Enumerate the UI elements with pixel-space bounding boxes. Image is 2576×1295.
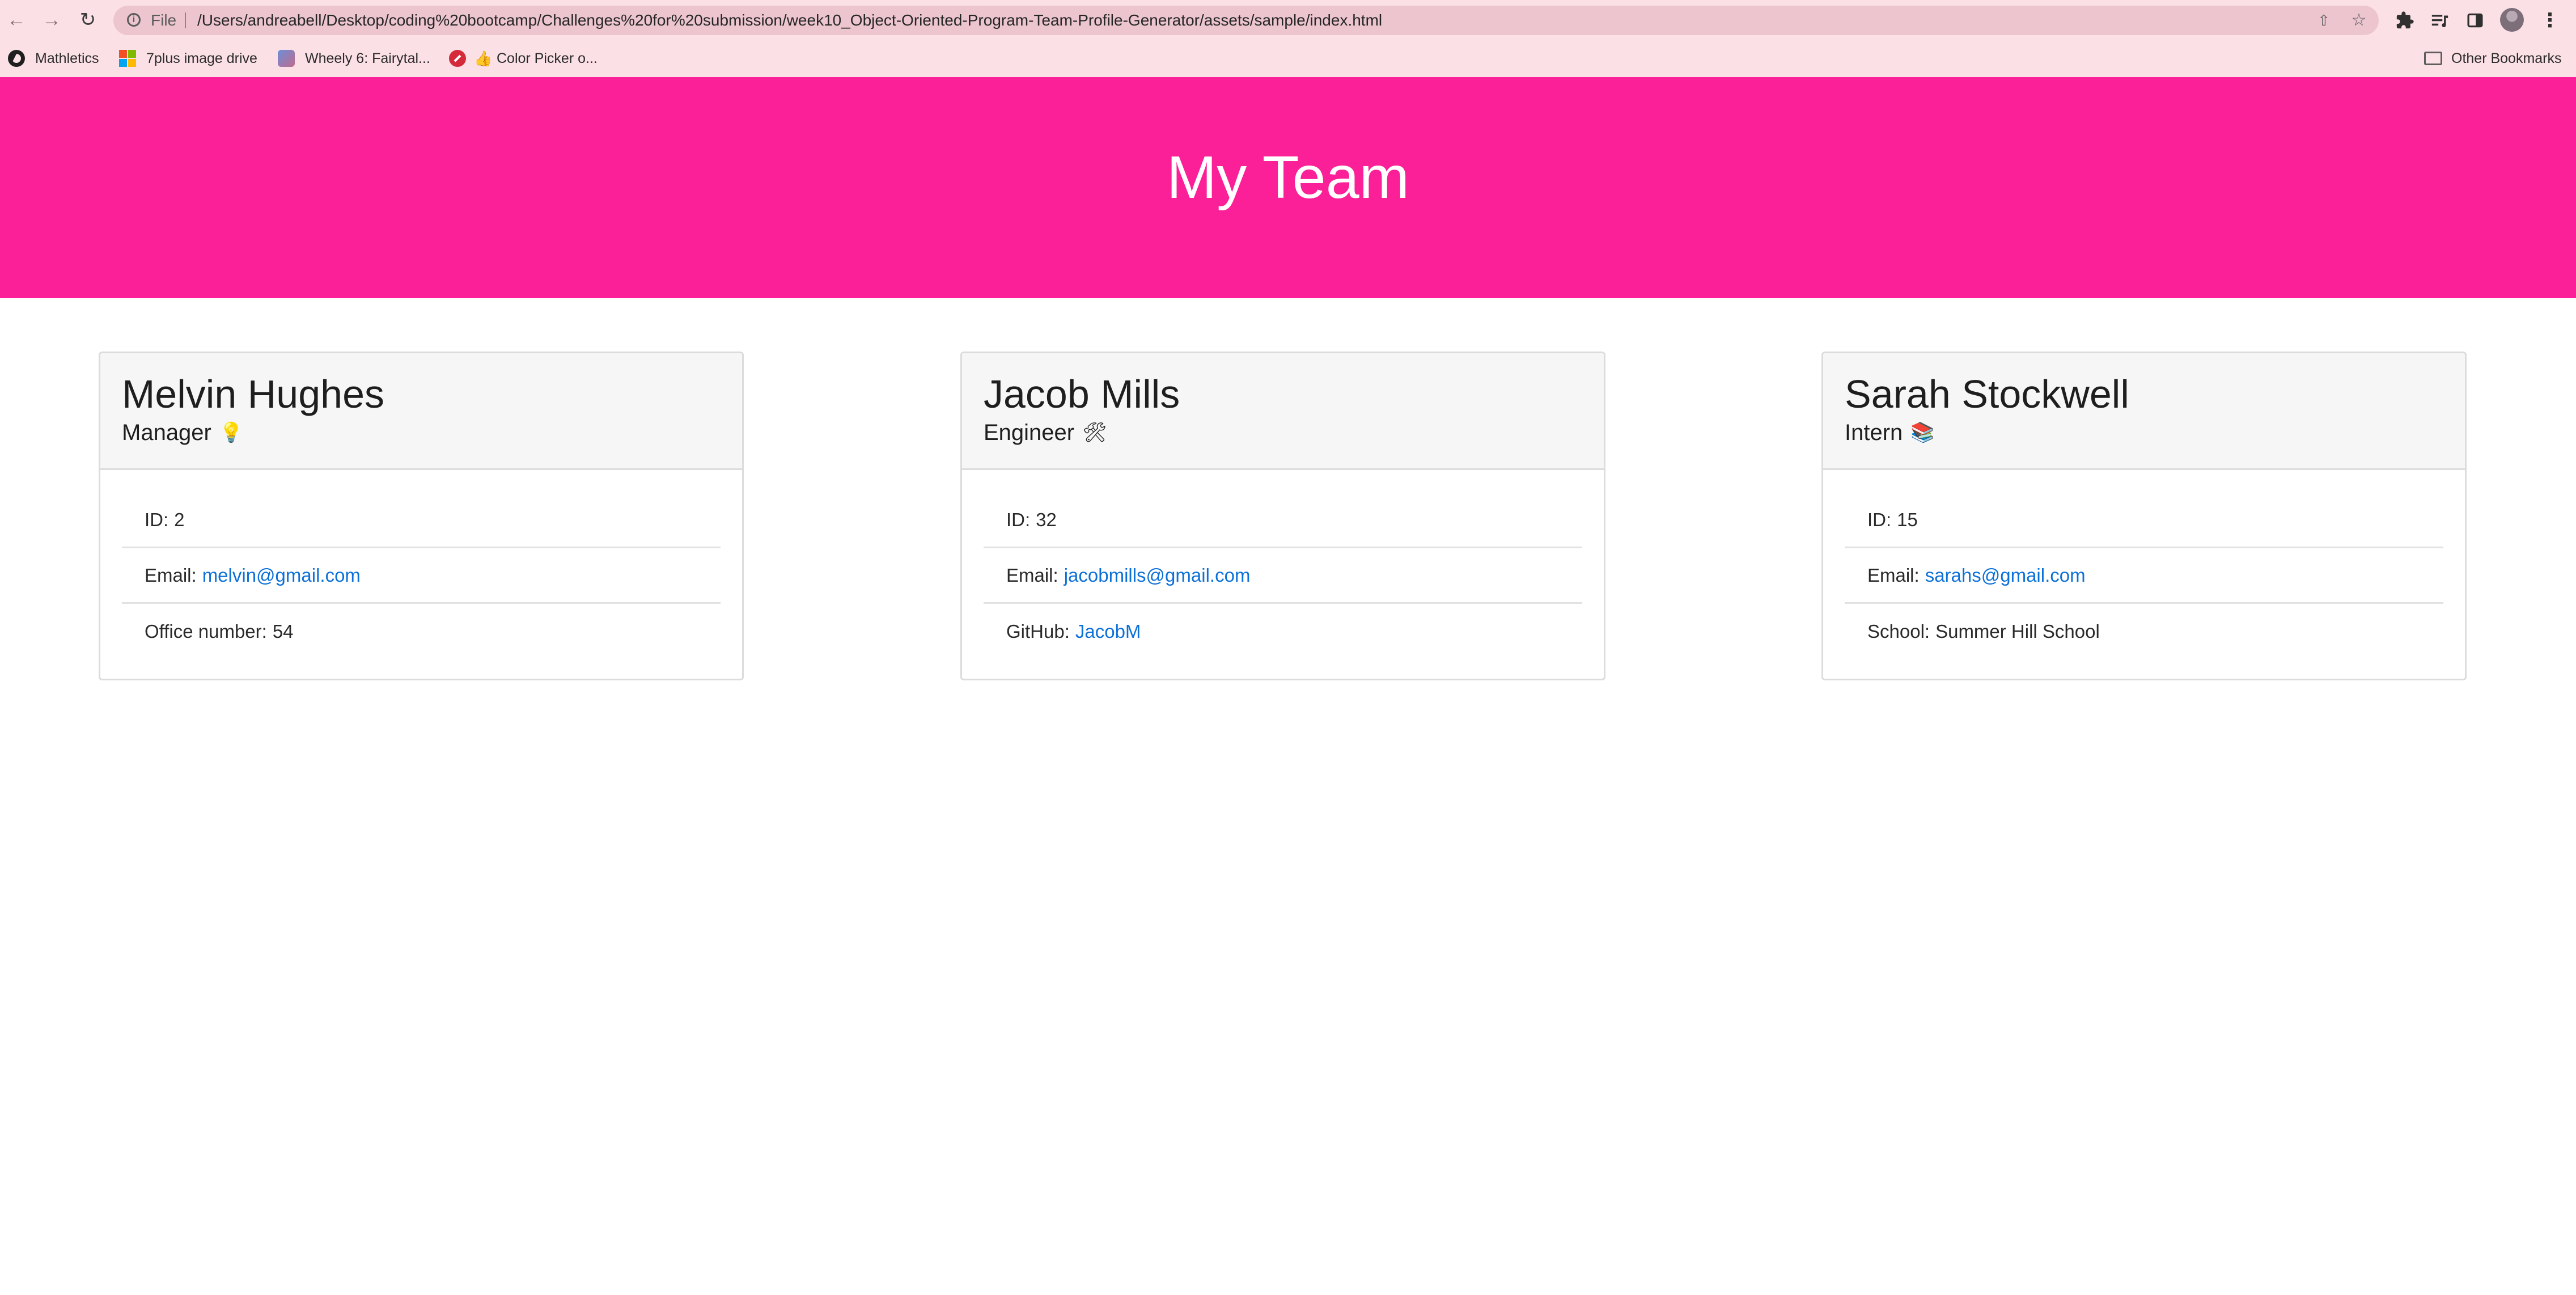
bookmark-mathletics[interactable]: Mathletics bbox=[8, 40, 99, 77]
id-label: ID: bbox=[1867, 509, 1892, 530]
email-label: Email: bbox=[1867, 564, 1920, 586]
email-label: Email: bbox=[145, 564, 197, 586]
game-icon bbox=[278, 50, 295, 67]
color-picker-icon bbox=[449, 50, 466, 67]
browser-menu-icon[interactable]: ⋮ bbox=[2539, 9, 2561, 32]
employee-email-row: Email: jacobmills@gmail.com bbox=[984, 548, 1582, 604]
role-label: Manager bbox=[122, 420, 211, 445]
forward-icon[interactable]: → bbox=[40, 8, 63, 32]
email-link[interactable]: melvin@gmail.com bbox=[202, 565, 361, 586]
url-separator bbox=[185, 12, 186, 28]
bookmarks-bar: Mathletics 7plus image drive Wheely 6: F… bbox=[0, 40, 2576, 77]
role-label: Engineer bbox=[984, 420, 1075, 445]
email-link[interactable]: sarahs@gmail.com bbox=[1925, 565, 2086, 586]
books-icon: 📚 bbox=[1910, 422, 1935, 443]
profile-avatar[interactable] bbox=[2500, 8, 2524, 32]
employee-card-manager: Melvin Hughes Manager 💡 ID: 2 Email: mel… bbox=[99, 352, 744, 680]
github-row: GitHub: JacobM bbox=[984, 604, 1582, 659]
employee-details: ID: 32 Email: jacobmills@gmail.com GitHu… bbox=[984, 493, 1582, 659]
employee-role: Manager 💡 bbox=[122, 418, 243, 447]
card-header: Melvin Hughes Manager 💡 bbox=[100, 353, 742, 470]
employee-email-row: Email: melvin@gmail.com bbox=[122, 548, 721, 604]
tools-icon: 🛠 bbox=[1082, 422, 1107, 443]
browser-toolbar: ← → ↻ i File /Users/andreabell/Desktop/c… bbox=[0, 0, 2576, 40]
id-value: 2 bbox=[174, 509, 185, 530]
bookmark-label: Wheely 6: Fairytal... bbox=[305, 50, 430, 66]
share-icon[interactable]: ⇧ bbox=[2314, 11, 2333, 30]
email-link[interactable]: jacobmills@gmail.com bbox=[1064, 565, 1251, 586]
other-bookmarks-label: Other Bookmarks bbox=[2451, 50, 2562, 66]
reading-list-icon[interactable] bbox=[2429, 9, 2451, 32]
bookmark-star-icon[interactable]: ☆ bbox=[2349, 11, 2369, 30]
office-number-label: Office number: bbox=[145, 621, 267, 642]
thumbs-up-icon: 👍 bbox=[474, 50, 493, 67]
role-label: Intern bbox=[1845, 420, 1903, 445]
url-scheme-label: File bbox=[151, 11, 177, 29]
employee-card-intern: Sarah Stockwell Intern 📚 ID: 15 Email: s… bbox=[1821, 352, 2467, 680]
card-header: Sarah Stockwell Intern 📚 bbox=[1823, 353, 2465, 470]
employee-email-row: Email: sarahs@gmail.com bbox=[1845, 548, 2443, 604]
other-bookmarks[interactable]: Other Bookmarks bbox=[2424, 40, 2562, 77]
github-label: GitHub: bbox=[1006, 621, 1070, 642]
side-panel-icon[interactable] bbox=[2464, 9, 2486, 32]
page-title: My Team bbox=[1166, 144, 1410, 211]
card-header: Jacob Mills Engineer 🛠 bbox=[962, 353, 1604, 470]
employee-name: Melvin Hughes bbox=[122, 372, 384, 416]
url-text[interactable]: /Users/andreabell/Desktop/coding%20bootc… bbox=[197, 11, 1382, 29]
github-link[interactable]: JacobM bbox=[1075, 621, 1141, 642]
employee-role: Engineer 🛠 bbox=[984, 418, 1107, 447]
id-label: ID: bbox=[145, 509, 169, 530]
bookmark-label: 7plus image drive bbox=[146, 50, 257, 66]
employee-details: ID: 2 Email: melvin@gmail.com Office num… bbox=[122, 493, 721, 659]
extensions-icon[interactable] bbox=[2393, 9, 2416, 32]
bookmark-wheely-6[interactable]: Wheely 6: Fairytal... bbox=[278, 40, 430, 77]
school-row: School: Summer Hill School bbox=[1845, 604, 2443, 659]
employee-id-row: ID: 32 bbox=[984, 493, 1582, 548]
employee-id-row: ID: 2 bbox=[122, 493, 721, 548]
bookmark-label: Mathletics bbox=[35, 50, 99, 66]
microsoft-icon bbox=[119, 50, 136, 67]
site-info-icon[interactable]: i bbox=[127, 13, 141, 27]
address-bar[interactable]: i File /Users/andreabell/Desktop/coding%… bbox=[113, 6, 2379, 35]
id-label: ID: bbox=[1006, 509, 1031, 530]
school-label: School: bbox=[1867, 621, 1930, 642]
reload-icon[interactable]: ↻ bbox=[76, 8, 100, 32]
employee-details: ID: 15 Email: sarahs@gmail.com School: S… bbox=[1845, 493, 2443, 659]
id-value: 15 bbox=[1897, 509, 1918, 530]
mathletics-icon bbox=[8, 50, 25, 67]
employee-id-row: ID: 15 bbox=[1845, 493, 2443, 548]
bookmark-color-picker[interactable]: 👍 Color Picker o... bbox=[449, 40, 598, 77]
email-label: Email: bbox=[1006, 564, 1058, 586]
employee-name: Jacob Mills bbox=[984, 372, 1180, 416]
office-number-value: 54 bbox=[272, 621, 294, 642]
folder-icon bbox=[2424, 52, 2442, 65]
back-icon[interactable]: ← bbox=[5, 8, 28, 32]
bookmark-label: Color Picker o... bbox=[497, 50, 598, 66]
office-number-row: Office number: 54 bbox=[122, 604, 721, 659]
school-value: Summer Hill School bbox=[1935, 621, 2100, 642]
team-header: My Team bbox=[0, 77, 2576, 298]
employee-name: Sarah Stockwell bbox=[1845, 372, 2129, 416]
employee-role: Intern 📚 bbox=[1845, 418, 1935, 447]
bookmark-7plus-image-drive[interactable]: 7plus image drive bbox=[119, 40, 257, 77]
employee-card-engineer: Jacob Mills Engineer 🛠 ID: 32 Email: jac… bbox=[960, 352, 1605, 680]
id-value: 32 bbox=[1036, 509, 1057, 530]
lightbulb-icon: 💡 bbox=[219, 422, 244, 443]
